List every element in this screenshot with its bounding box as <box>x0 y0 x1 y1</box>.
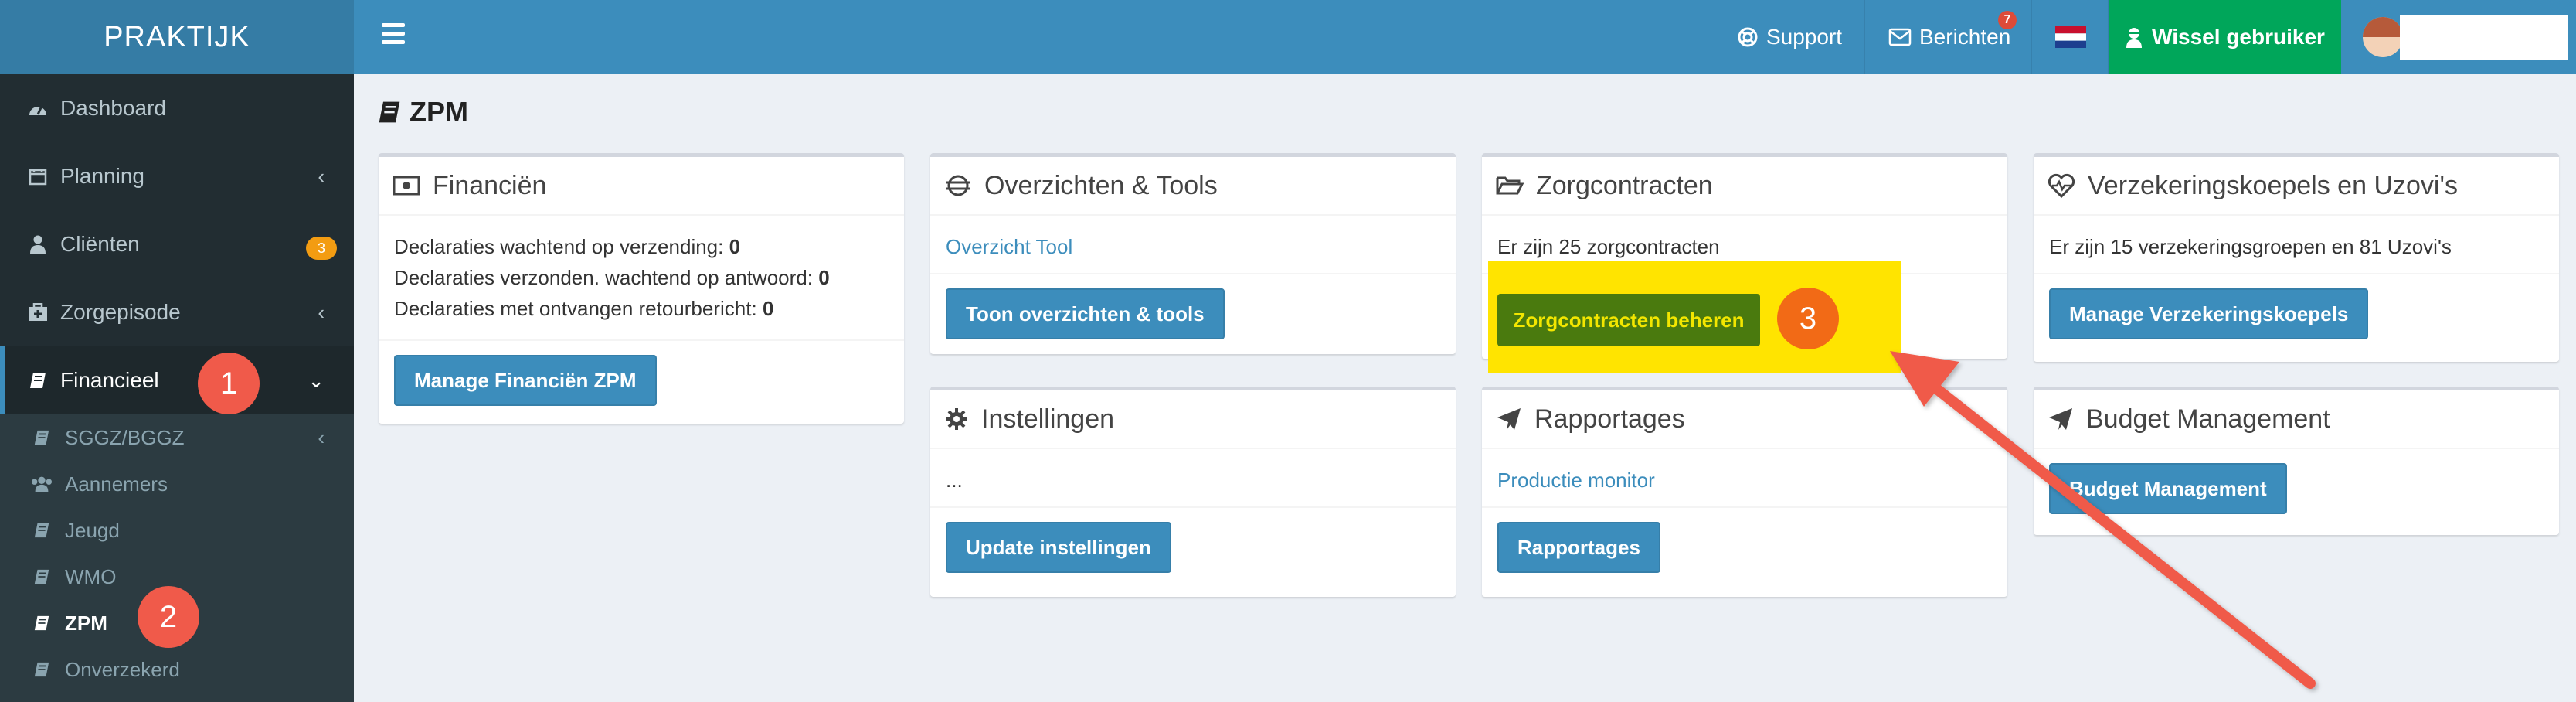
annotation-arrow <box>1890 351 2316 689</box>
